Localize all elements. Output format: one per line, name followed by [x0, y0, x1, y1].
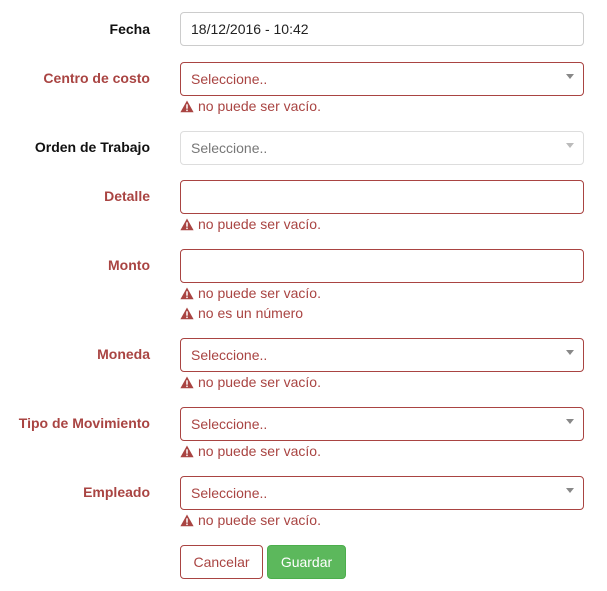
expense-form: Fecha 18/12/2016 - 10:42 Centro de costo…	[0, 0, 607, 591]
warning-icon	[180, 218, 194, 231]
monto-error-number: no es un número	[180, 304, 303, 322]
tipo-movimiento-label: Tipo de Movimiento	[18, 415, 150, 431]
centro-costo-error-text: no puede ser vacío.	[198, 98, 321, 114]
moneda-select[interactable]: Seleccione..	[180, 338, 584, 372]
detalle-error: no puede ser vacío.	[180, 215, 321, 233]
caret-down-icon	[566, 488, 574, 493]
fecha-input[interactable]: 18/12/2016 - 10:42	[180, 12, 584, 46]
caret-down-icon	[566, 350, 574, 355]
tipo-movimiento-error-text: no puede ser vacío.	[198, 443, 321, 459]
caret-down-icon	[566, 419, 574, 424]
caret-down-icon	[566, 143, 574, 148]
cancel-button[interactable]: Cancelar	[180, 545, 263, 579]
warning-icon	[180, 376, 194, 389]
tipo-movimiento-select[interactable]: Seleccione..	[180, 407, 584, 441]
save-button[interactable]: Guardar	[267, 545, 346, 579]
monto-error-text: no puede ser vacío.	[198, 285, 321, 301]
empleado-label: Empleado	[83, 484, 150, 500]
moneda-error: no puede ser vacío.	[180, 373, 321, 391]
warning-icon	[180, 514, 194, 527]
moneda-label: Moneda	[97, 346, 150, 362]
moneda-error-text: no puede ser vacío.	[198, 374, 321, 390]
orden-trabajo-label: Orden de Trabajo	[34, 139, 150, 155]
centro-costo-error: no puede ser vacío.	[180, 97, 321, 115]
fecha-label: Fecha	[109, 21, 150, 37]
tipo-movimiento-placeholder: Seleccione..	[191, 416, 268, 432]
warning-icon	[180, 100, 194, 113]
tipo-movimiento-error: no puede ser vacío.	[180, 442, 321, 460]
monto-input[interactable]	[180, 249, 584, 283]
moneda-placeholder: Seleccione..	[191, 347, 268, 363]
warning-icon	[180, 307, 194, 320]
centro-costo-select[interactable]: Seleccione..	[180, 62, 584, 96]
detalle-label: Detalle	[104, 188, 150, 204]
empleado-error-text: no puede ser vacío.	[198, 512, 321, 528]
monto-error-text: no es un número	[198, 305, 304, 321]
monto-error-empty: no puede ser vacío.	[180, 284, 321, 302]
caret-down-icon	[566, 74, 574, 79]
detalle-input[interactable]	[180, 180, 584, 214]
orden-trabajo-placeholder: Seleccione..	[191, 140, 268, 156]
empleado-placeholder: Seleccione..	[191, 485, 268, 501]
empleado-error: no puede ser vacío.	[180, 511, 321, 529]
detalle-error-text: no puede ser vacío.	[198, 216, 321, 232]
monto-label: Monto	[108, 257, 150, 273]
centro-costo-label: Centro de costo	[43, 70, 150, 86]
fecha-value: 18/12/2016 - 10:42	[191, 21, 309, 37]
warning-icon	[180, 287, 194, 300]
warning-icon	[180, 445, 194, 458]
centro-costo-placeholder: Seleccione..	[191, 71, 268, 87]
empleado-select[interactable]: Seleccione..	[180, 476, 584, 510]
orden-trabajo-select[interactable]: Seleccione..	[180, 131, 584, 165]
